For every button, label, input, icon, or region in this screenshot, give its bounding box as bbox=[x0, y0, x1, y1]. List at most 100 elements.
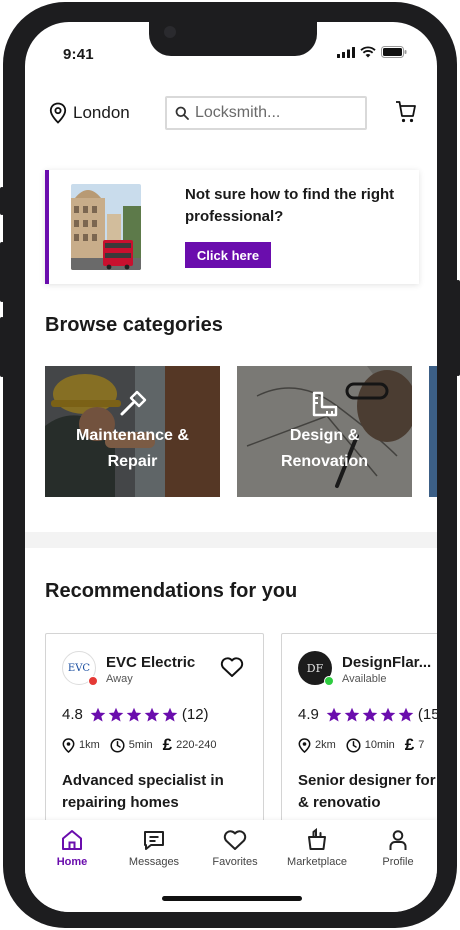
app-header: London bbox=[25, 94, 437, 134]
tab-marketplace[interactable]: Marketplace bbox=[276, 828, 358, 868]
user-icon bbox=[389, 830, 407, 850]
location-selector[interactable]: London bbox=[49, 102, 130, 124]
avatar-logo-text: EVC bbox=[67, 662, 91, 674]
rating-row: 4.9 (15 bbox=[298, 706, 437, 723]
tab-home[interactable]: Home bbox=[31, 828, 113, 868]
recommendation-card[interactable]: EVC EVC Electric Away 4.8 (12) 1km 5min … bbox=[45, 633, 264, 833]
provider-description: Senior designer for design & renovatio bbox=[298, 772, 437, 811]
mute-switch bbox=[0, 187, 4, 215]
provider-status: Away bbox=[106, 673, 133, 685]
review-count: (12) bbox=[181, 706, 209, 723]
provider-description: Advanced specialist in repairing homes bbox=[62, 772, 224, 811]
help-banner: Not sure how to find the right professio… bbox=[45, 170, 419, 284]
tab-profile[interactable]: Profile bbox=[357, 828, 437, 868]
star-icon bbox=[162, 707, 178, 721]
home-indicator bbox=[162, 896, 302, 901]
tab-label: Favorites bbox=[212, 856, 258, 868]
distance-info: 1km bbox=[62, 737, 100, 753]
time-info: 5min bbox=[110, 737, 153, 753]
location-pin-icon bbox=[49, 102, 67, 124]
search-icon bbox=[175, 106, 189, 120]
browse-categories-title: Browse categories bbox=[45, 314, 223, 336]
tab-favorites[interactable]: Favorites bbox=[194, 828, 276, 868]
category-label: Maintenance & Repair bbox=[76, 426, 189, 470]
tab-label: Marketplace bbox=[287, 856, 347, 868]
section-divider bbox=[25, 532, 437, 548]
provider-name[interactable]: DesignFlar... bbox=[342, 654, 431, 671]
meta-row: 2km 10min £ 7 bbox=[298, 735, 434, 755]
rating-value: 4.8 bbox=[62, 706, 83, 723]
star-icon bbox=[126, 707, 142, 721]
category-content: Maintenance & Repair bbox=[45, 366, 220, 497]
rating-row: 4.8 (12) bbox=[62, 706, 209, 723]
star-icon bbox=[144, 707, 160, 721]
category-label: Design & Renovation bbox=[280, 426, 369, 470]
location-pin-icon bbox=[62, 737, 75, 753]
cart-icon bbox=[396, 101, 416, 123]
meta-row: 1km 5min £ 220-240 bbox=[62, 735, 226, 755]
star-rating bbox=[90, 707, 178, 723]
price-info: £ 7 bbox=[405, 735, 425, 755]
price-value: 7 bbox=[418, 739, 425, 751]
hammer-icon bbox=[120, 390, 146, 415]
recommendation-carousel[interactable]: EVC EVC Electric Away 4.8 (12) 1km 5min … bbox=[45, 633, 437, 833]
click-here-button[interactable]: Click here bbox=[185, 242, 271, 268]
volume-up-button bbox=[0, 242, 4, 302]
heart-icon bbox=[220, 657, 244, 677]
shopping-bag-icon bbox=[308, 828, 326, 850]
rating-value: 4.9 bbox=[298, 706, 319, 723]
signal-icon bbox=[337, 46, 355, 58]
battery-icon bbox=[381, 46, 407, 58]
avatar-logo-text: DF bbox=[306, 661, 324, 675]
ruler-icon bbox=[312, 391, 337, 416]
time-value: 10min bbox=[364, 739, 395, 751]
category-card-next[interactable] bbox=[429, 366, 437, 497]
favorite-button[interactable] bbox=[220, 656, 244, 683]
location-label: London bbox=[73, 103, 130, 122]
heart-icon bbox=[223, 830, 247, 850]
review-count: (15 bbox=[417, 706, 437, 723]
category-content: Design & Renovation bbox=[237, 366, 412, 497]
provider-status: Available bbox=[342, 673, 387, 685]
london-photo bbox=[71, 184, 141, 270]
pound-icon: £ bbox=[162, 735, 173, 754]
notch bbox=[149, 22, 317, 56]
status-time: 9:41 bbox=[63, 46, 94, 63]
tab-messages[interactable]: Messages bbox=[113, 828, 195, 868]
star-icon bbox=[362, 707, 378, 721]
recommendation-card[interactable]: DF DesignFlar... Available 4.9 (15 2km 1… bbox=[281, 633, 437, 833]
app-screen: 9:41 London Locksmith... Not sure how to… bbox=[25, 22, 437, 912]
tab-label: Profile bbox=[382, 856, 414, 868]
price-value: 220-240 bbox=[176, 739, 217, 751]
tab-label: Home bbox=[56, 856, 88, 868]
star-icon bbox=[398, 707, 414, 721]
star-rating bbox=[326, 707, 414, 723]
wifi-icon bbox=[360, 46, 376, 58]
star-icon bbox=[108, 707, 124, 721]
clock-icon bbox=[110, 737, 125, 753]
cart-button[interactable] bbox=[395, 100, 417, 129]
price-info: £ 220-240 bbox=[163, 735, 217, 755]
category-card-design[interactable]: Design & Renovation bbox=[237, 366, 412, 497]
status-dot bbox=[324, 676, 334, 686]
provider-name[interactable]: EVC Electric bbox=[106, 654, 195, 671]
time-info: 10min bbox=[346, 737, 395, 753]
home-icon bbox=[62, 830, 82, 850]
volume-down-button bbox=[0, 317, 4, 377]
distance-value: 2km bbox=[315, 739, 336, 751]
category-card-maintenance[interactable]: Maintenance & Repair bbox=[45, 366, 220, 497]
star-icon bbox=[344, 707, 360, 721]
recommendations-title: Recommendations for you bbox=[45, 580, 298, 602]
category-carousel[interactable]: Maintenance & Repair Design & Renovation bbox=[45, 366, 437, 498]
star-icon bbox=[326, 707, 342, 721]
star-icon bbox=[90, 707, 106, 721]
search-input[interactable] bbox=[195, 104, 355, 122]
camera-icon bbox=[164, 26, 176, 38]
tab-label: Messages bbox=[128, 856, 180, 868]
message-icon bbox=[144, 831, 164, 850]
distance-info: 2km bbox=[298, 737, 336, 753]
status-dot bbox=[88, 676, 98, 686]
time-value: 5min bbox=[128, 739, 153, 751]
search-box[interactable] bbox=[165, 96, 367, 130]
status-icons bbox=[337, 46, 407, 58]
